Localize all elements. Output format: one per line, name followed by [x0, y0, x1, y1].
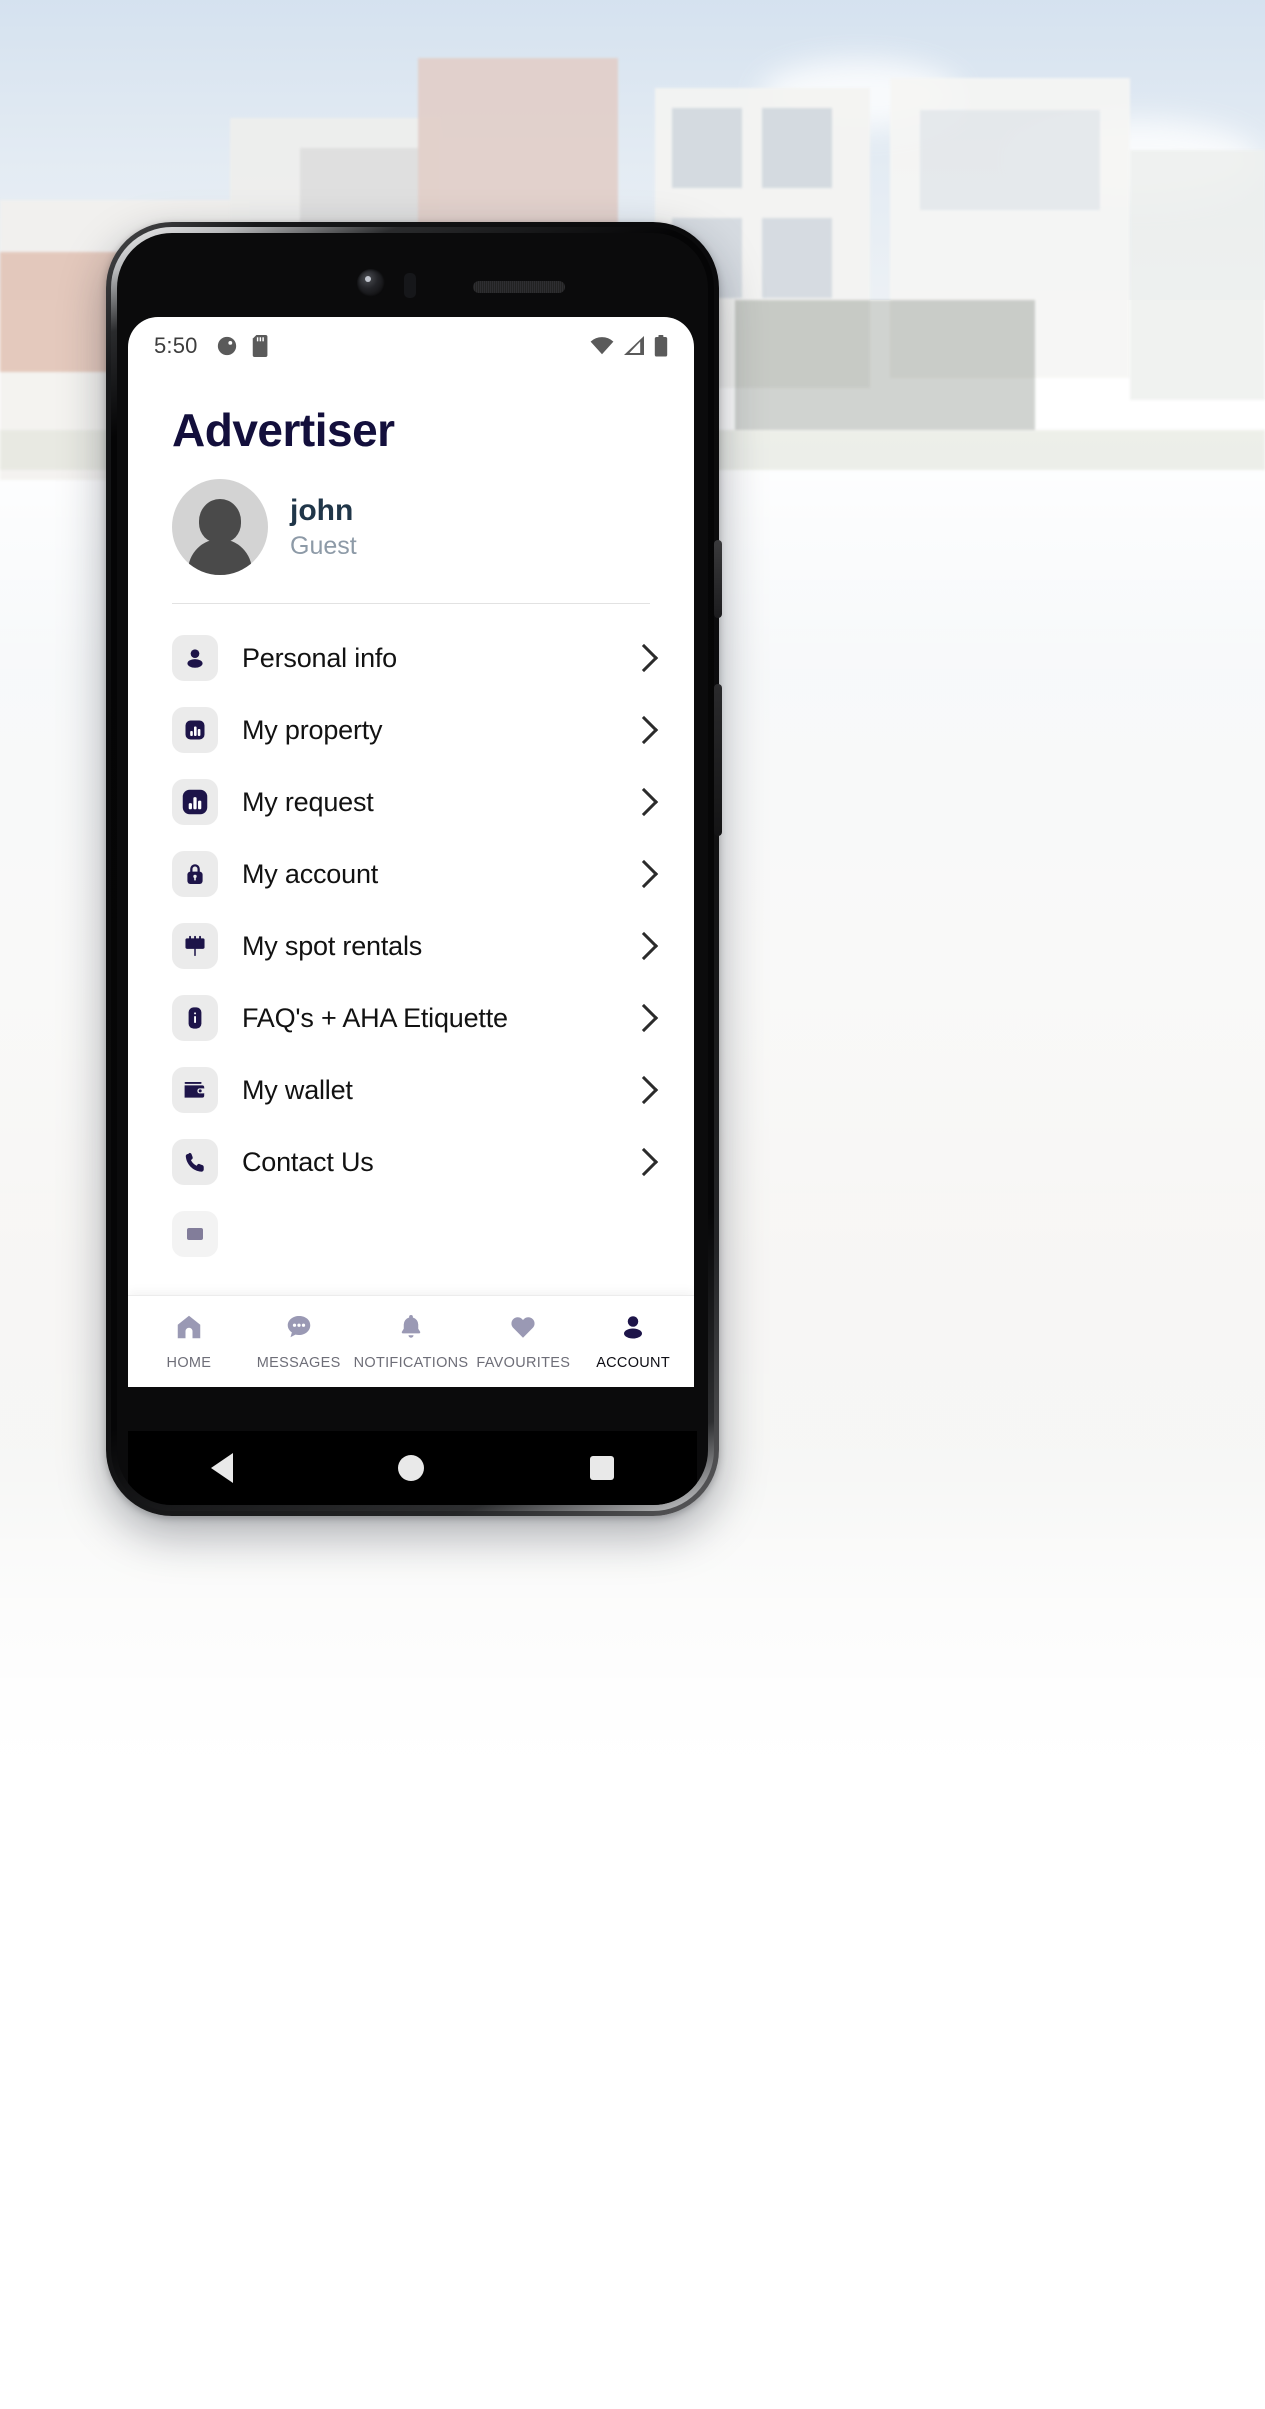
nav-item-account[interactable]: ACCOUNT: [578, 1312, 688, 1371]
menu-item-label: My request: [242, 786, 374, 817]
volume-button[interactable]: [714, 540, 722, 618]
menu-item-my-wallet[interactable]: My wallet: [128, 1054, 694, 1126]
person-icon: [618, 1312, 648, 1347]
earpiece-speaker: [472, 281, 565, 293]
menu-item-label: My spot rentals: [242, 930, 423, 961]
chevron-right-icon: [629, 787, 659, 817]
nav-label: FAVOURITES: [476, 1355, 571, 1371]
nav-item-favourites[interactable]: FAVOURITES: [468, 1312, 578, 1371]
billboard-icon: [172, 923, 218, 969]
profile-name: john: [290, 494, 354, 528]
menu-item-faq-aha-etiquette[interactable]: FAQ's + AHA Etiquette: [128, 982, 694, 1054]
phone-icon: [172, 1139, 218, 1185]
chevron-right-icon: [629, 1003, 659, 1033]
nav-item-notifications[interactable]: NOTIFICATIONS: [354, 1312, 469, 1371]
avatar-head: [199, 499, 241, 543]
phone-frame: 5:50 Advertiser john Guest Personal info…: [111, 227, 714, 1511]
back-button[interactable]: [210, 1453, 233, 1483]
menu-item-partially-visible[interactable]: [128, 1198, 694, 1270]
window: [672, 108, 742, 188]
shrubs: [735, 300, 1035, 430]
chart-bar-icon: [172, 707, 218, 753]
recents-button[interactable]: [590, 1456, 615, 1480]
avatar[interactable]: [172, 479, 268, 575]
battery-icon: [654, 335, 668, 357]
window: [762, 218, 832, 298]
menu-item-my-account[interactable]: My account: [128, 838, 694, 910]
status-bar: 5:50: [128, 317, 694, 375]
nav-item-messages[interactable]: MESSAGES: [244, 1312, 354, 1371]
partial-icon: [172, 1211, 218, 1257]
menu-item-label: My account: [242, 858, 379, 889]
proximity-sensor: [403, 273, 416, 298]
front-camera: [356, 269, 385, 297]
contrast-icon: [216, 335, 238, 357]
nav-label: HOME: [166, 1355, 212, 1371]
status-time: 5:50: [154, 333, 198, 358]
profile-role: Guest: [290, 531, 357, 560]
chevron-right-icon: [629, 931, 659, 961]
heart-icon: [508, 1312, 538, 1347]
bottom-navigation-bar: HOME MESSAGES NOTIFICATIONS FAVOURITES A…: [128, 1295, 694, 1387]
phone-screen: 5:50 Advertiser john Guest Personal info…: [128, 317, 694, 1387]
wallet-icon: [172, 1067, 218, 1113]
chevron-right-icon: [629, 715, 659, 745]
chevron-right-icon: [629, 1147, 659, 1177]
window: [762, 108, 832, 188]
nav-label: NOTIFICATIONS: [353, 1355, 469, 1371]
nav-label: MESSAGES: [256, 1355, 341, 1371]
menu-item-personal-info[interactable]: Personal info: [128, 622, 694, 694]
menu-item-my-property[interactable]: My property: [128, 694, 694, 766]
menu-item-my-spot-rentals[interactable]: My spot rentals: [128, 910, 694, 982]
nav-item-home[interactable]: HOME: [134, 1312, 244, 1371]
menu-item-label: Contact Us: [242, 1146, 374, 1177]
house-block: [1130, 150, 1265, 400]
cell-signal-icon: [623, 336, 645, 356]
home-icon: [174, 1312, 204, 1347]
menu-item-label: FAQ's + AHA Etiquette: [242, 1002, 508, 1033]
account-menu-list: Personal info My property My request My …: [128, 604, 694, 1387]
chat-bubble-icon: [284, 1312, 314, 1347]
menu-item-my-request[interactable]: My request: [128, 766, 694, 838]
chart-bar-filled-icon: [172, 779, 218, 825]
profile-header[interactable]: john Guest: [128, 457, 694, 575]
chevron-right-icon: [629, 859, 659, 889]
menu-item-contact-us[interactable]: Contact Us: [128, 1126, 694, 1198]
lock-icon: [172, 851, 218, 897]
menu-item-label: My wallet: [242, 1074, 353, 1105]
info-icon: [172, 995, 218, 1041]
home-button[interactable]: [398, 1455, 425, 1481]
power-button[interactable]: [714, 684, 722, 836]
phone-bezel: 5:50 Advertiser john Guest Personal info…: [117, 233, 708, 1505]
chevron-right-icon: [629, 1075, 659, 1105]
window: [920, 110, 1100, 210]
sd-card-icon: [252, 335, 270, 357]
nav-label: ACCOUNT: [596, 1355, 670, 1371]
page-title: Advertiser: [172, 404, 395, 456]
avatar-body: [188, 539, 252, 575]
android-system-nav: [128, 1431, 697, 1505]
bell-icon: [396, 1312, 426, 1347]
menu-item-label: Personal info: [242, 642, 397, 673]
menu-item-label: My property: [242, 714, 383, 745]
person-icon: [172, 635, 218, 681]
chevron-right-icon: [629, 643, 659, 673]
wifi-icon: [590, 336, 614, 356]
phone-device: 5:50 Advertiser john Guest Personal info…: [106, 222, 722, 1516]
